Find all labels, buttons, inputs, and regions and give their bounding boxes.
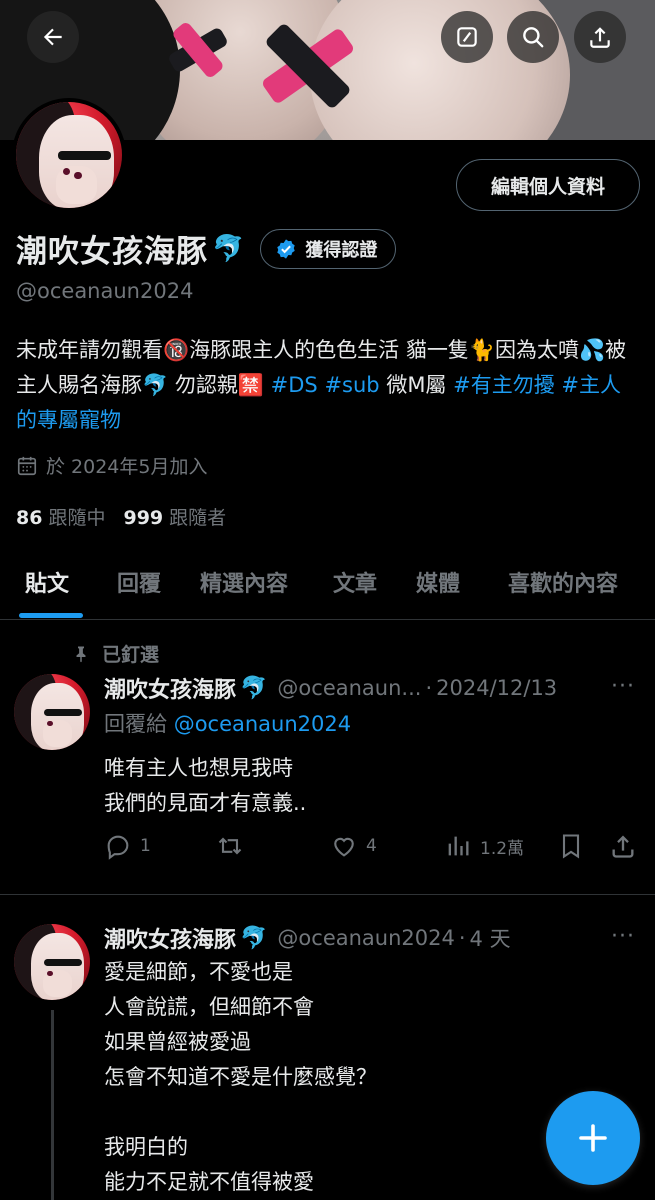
tweet-text: 唯有主人也想見我時 我們的見面才有意義.. bbox=[104, 756, 307, 815]
joined-text: 於 2024年5月加入 bbox=[46, 456, 208, 478]
back-arrow-icon bbox=[43, 28, 62, 46]
following-count: 86 bbox=[16, 507, 43, 529]
followers-count: 999 bbox=[123, 507, 164, 529]
edit-profile-shortcut-button[interactable] bbox=[441, 11, 493, 63]
profile-tabs: 貼文 回覆 精選內容 文章 媒體 喜歡的內容 bbox=[0, 550, 655, 620]
pinned-label: 已釘選 bbox=[72, 640, 159, 667]
share-icon bbox=[590, 27, 610, 48]
tweet-timestamp[interactable]: 2024/12/13 bbox=[436, 676, 557, 700]
followers-label: 跟隨者 bbox=[169, 507, 227, 529]
dolphin-emoji: 🐬 bbox=[212, 233, 245, 264]
tab-articles[interactable]: 文章 bbox=[333, 566, 377, 598]
tab-highlights[interactable]: 精選內容 bbox=[200, 566, 288, 598]
like-button[interactable]: 4 bbox=[330, 832, 377, 860]
pinned-text: 已釘選 bbox=[102, 644, 160, 666]
tab-likes[interactable]: 喜歡的內容 bbox=[508, 566, 618, 598]
tab-replies[interactable]: 回覆 bbox=[117, 566, 161, 598]
tweet-author-name[interactable]: 潮吹女孩海豚 bbox=[104, 922, 236, 954]
hashtag-link[interactable]: #DS bbox=[271, 373, 318, 397]
reply-to-line: 回覆給 @oceanaun2024 bbox=[104, 708, 351, 738]
reply-prefix: 回覆給 bbox=[104, 712, 174, 736]
profile-handle: @oceanaun2024 bbox=[16, 279, 194, 303]
followers-link[interactable]: 999 跟隨者 bbox=[123, 503, 226, 530]
tab-posts[interactable]: 貼文 bbox=[25, 566, 69, 598]
get-verified-label: 獲得認證 bbox=[305, 239, 378, 261]
bookmark-button[interactable] bbox=[557, 832, 585, 860]
compose-post-button[interactable] bbox=[546, 1091, 640, 1185]
repost-icon bbox=[218, 837, 242, 855]
tweet-avatar[interactable] bbox=[14, 674, 90, 750]
share-icon bbox=[612, 835, 634, 858]
share-tweet-button[interactable] bbox=[609, 832, 637, 860]
calendar-icon bbox=[17, 456, 37, 475]
profile-bio: 未成年請勿觀看🔞海豚跟主人的色色生活 貓一隻🐈因為太噴💦被主人賜名海豚🐬 勿認親… bbox=[16, 333, 640, 438]
dolphin-emoji: 🐬 bbox=[240, 925, 268, 951]
tweet-author-handle[interactable]: @oceanaun... bbox=[277, 676, 421, 700]
reply-button[interactable]: 1 bbox=[104, 832, 151, 860]
hashtag-link[interactable]: #sub bbox=[324, 373, 379, 397]
tweet-header: 潮吹女孩海豚 🐬 @oceanaun... · 2024/12/13 bbox=[104, 672, 557, 704]
bio-text: 微M屬 bbox=[379, 373, 454, 397]
repost-button[interactable] bbox=[216, 832, 252, 860]
share-button[interactable] bbox=[574, 11, 626, 63]
reply-to-handle-link[interactable]: @oceanaun2024 bbox=[174, 712, 351, 736]
get-verified-button[interactable]: 獲得認證 bbox=[260, 228, 397, 269]
tweet-actions: 1 4 1.2萬 bbox=[104, 832, 644, 866]
separator-dot: · bbox=[458, 926, 466, 950]
search-icon bbox=[523, 27, 544, 48]
views-count: 1.2萬 bbox=[480, 838, 525, 859]
hashtag-link[interactable]: #有主勿擾 bbox=[453, 373, 555, 397]
more-options-button[interactable]: ··· bbox=[611, 674, 635, 699]
tab-media[interactable]: 媒體 bbox=[416, 566, 460, 598]
like-count: 4 bbox=[366, 836, 377, 856]
heart-icon bbox=[334, 837, 354, 857]
more-options-button[interactable]: ··· bbox=[611, 924, 635, 949]
tweet-header: 潮吹女孩海豚 🐬 @oceanaun2024 · 4 天 bbox=[104, 922, 511, 954]
tweet-divider bbox=[0, 894, 655, 895]
separator-dot: · bbox=[425, 676, 433, 700]
following-label: 跟隨中 bbox=[48, 507, 106, 529]
active-tab-indicator bbox=[19, 613, 83, 618]
views-chart-icon bbox=[448, 836, 469, 856]
reply-icon bbox=[107, 835, 129, 860]
verified-badge-icon bbox=[277, 238, 296, 259]
pin-icon bbox=[76, 646, 86, 662]
plus-icon bbox=[579, 1124, 607, 1152]
tweet-author-name[interactable]: 潮吹女孩海豚 bbox=[104, 672, 236, 704]
following-link[interactable]: 86 跟隨中 bbox=[16, 503, 105, 530]
edit-icon bbox=[457, 27, 477, 47]
tweet-author-handle[interactable]: @oceanaun2024 bbox=[277, 926, 454, 950]
thread-line bbox=[51, 1010, 54, 1200]
dolphin-emoji: 🐬 bbox=[240, 675, 268, 701]
search-button[interactable] bbox=[507, 11, 559, 63]
joined-date: 於 2024年5月加入 bbox=[16, 452, 207, 479]
bookmark-icon bbox=[562, 834, 580, 859]
views-button[interactable]: 1.2萬 bbox=[444, 832, 524, 860]
reply-count: 1 bbox=[140, 836, 151, 856]
profile-avatar[interactable] bbox=[12, 98, 126, 212]
display-name: 潮吹女孩海豚 bbox=[16, 234, 208, 270]
edit-profile-button[interactable]: 編輯個人資料 bbox=[456, 159, 640, 211]
tweet-avatar[interactable] bbox=[14, 924, 90, 1000]
tweet-timestamp[interactable]: 4 天 bbox=[470, 923, 511, 953]
back-button[interactable] bbox=[27, 11, 79, 63]
tweet-text: 愛是細節，不愛也是 人會說謊，但細節不會 如果曾經被愛過 怎會不知道不愛是什麼感… bbox=[104, 960, 377, 1194]
